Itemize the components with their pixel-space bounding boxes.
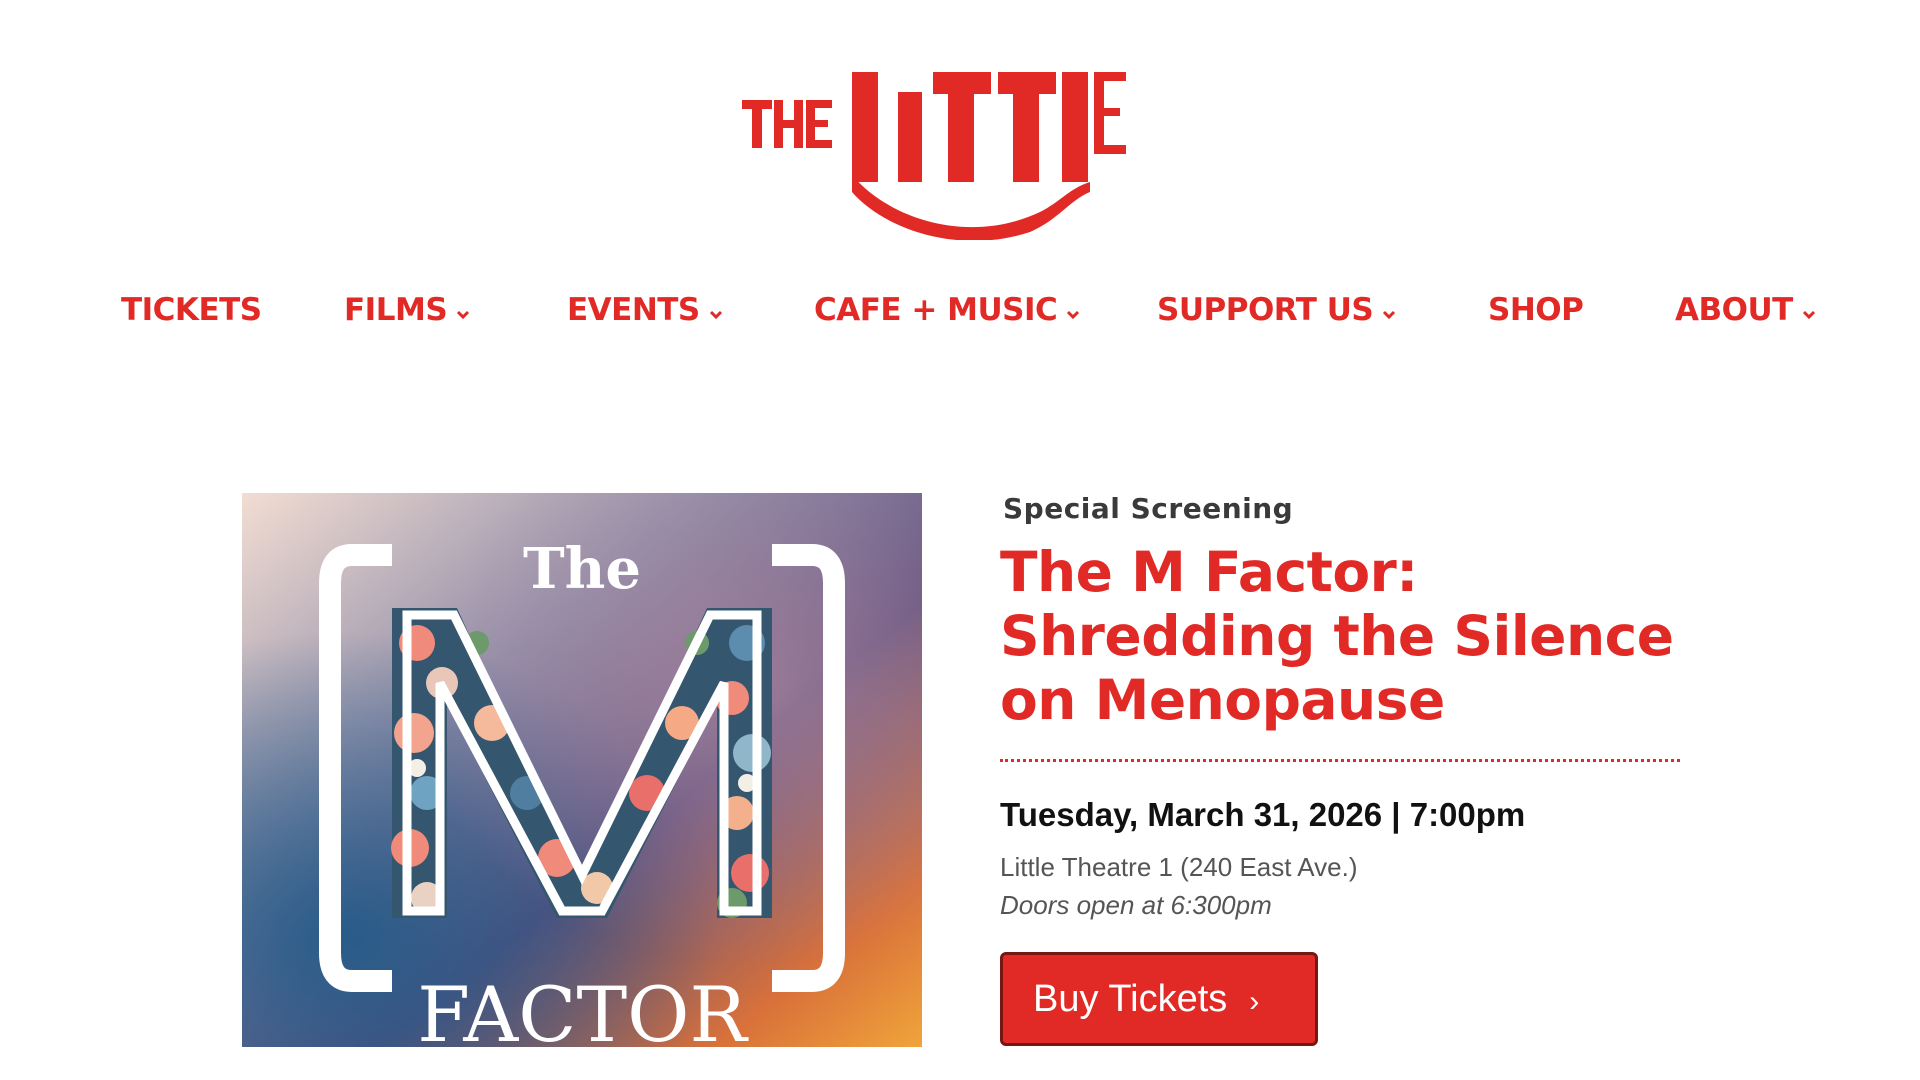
nav-item-about[interactable]: ABOUT [1675,290,1816,330]
event-title: The M Factor: Shredding the Silence on M… [1000,540,1674,732]
chevron-down-icon [1382,290,1396,330]
nav-item-label: TICKETS [121,292,262,328]
chevron-down-icon [1066,290,1080,330]
nav-item-label: FILMS [344,292,448,328]
event-category: Special Screening [1003,492,1294,525]
nav-item-shop[interactable]: SHOP [1488,290,1584,330]
event-datetime: Tuesday, March 31, 2026 | 7:00pm [1000,796,1526,833]
event-poster-image[interactable]: The FACTOR [242,493,922,1047]
nav-item-support-us[interactable]: SUPPORT US [1157,290,1396,330]
nav-item-label: SHOP [1488,292,1584,328]
chevron-down-icon [456,290,470,330]
chevron-right-icon: › [1249,985,1260,1018]
nav-item-cafe-music[interactable]: CAFE + MUSIC [814,290,1080,330]
event-venue: Little Theatre 1 (240 East Ave.) [1000,852,1358,882]
the-little-logo-icon [742,72,1126,241]
poster-text-the: The [523,536,641,602]
poster-text-factor: FACTOR [417,970,749,1047]
buy-tickets-button[interactable]: Buy Tickets › [1000,952,1318,1046]
chevron-down-icon [709,290,723,330]
title-divider [1000,759,1680,762]
nav-item-label: ABOUT [1675,292,1793,328]
nav-item-events[interactable]: EVENTS [567,290,723,330]
site-logo[interactable] [740,70,1190,241]
nav-item-label: EVENTS [567,292,700,328]
nav-item-films[interactable]: FILMS [344,290,470,330]
nav-item-tickets[interactable]: TICKETS [121,290,262,330]
event-doors-note: Doors open at 6:300pm [1000,890,1272,920]
chevron-down-icon [1802,290,1816,330]
main-nav: TICKETS FILMS EVENTS CAFE + MUSIC SUPPOR… [0,290,1920,330]
nav-item-label: CAFE + MUSIC [814,292,1058,328]
buy-tickets-label: Buy Tickets [1033,978,1228,1020]
nav-item-label: SUPPORT US [1157,292,1374,328]
